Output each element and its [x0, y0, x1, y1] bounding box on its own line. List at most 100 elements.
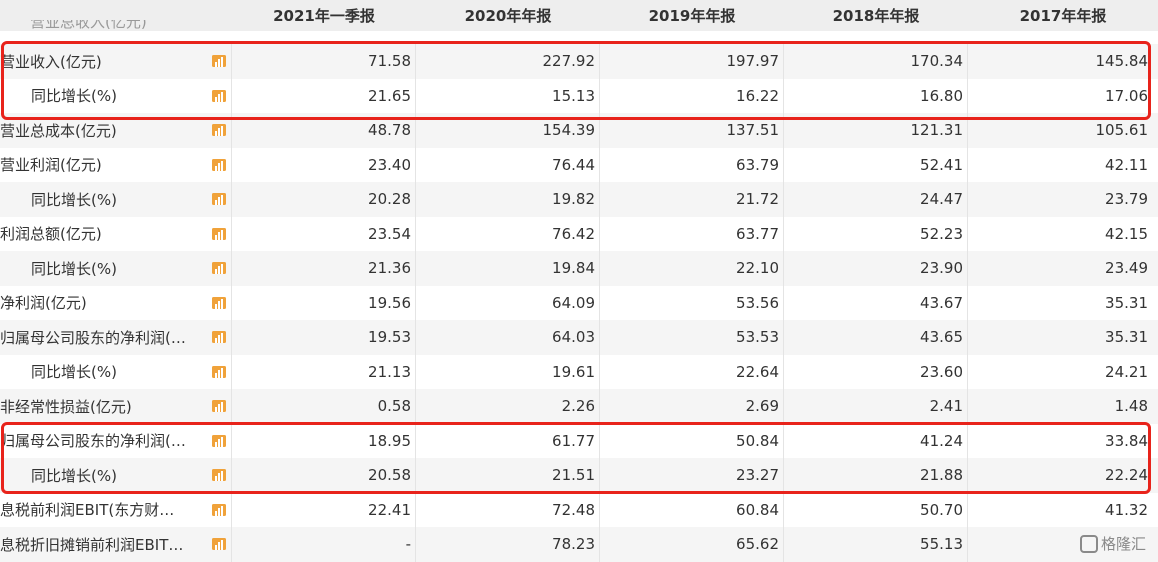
value-cell: 21.65 [232, 78, 416, 113]
watermark-logo-icon [1079, 534, 1098, 553]
table-row: 营业总成本(亿元) 48.78 154.39 137.51 121.31 105.61 [0, 113, 1158, 148]
value-cell: 154.39 [416, 113, 600, 148]
table-row: 净利润(亿元) 19.56 64.09 53.56 43.67 35.31 [0, 285, 1158, 320]
bar-chart-icon[interactable] [212, 55, 226, 68]
bar-chart-icon[interactable] [212, 538, 226, 551]
value-cell: 63.77 [600, 216, 784, 251]
table-row: 同比增长(%) 20.28 19.82 21.72 24.47 23.79 [0, 182, 1158, 217]
row-label-cell: 归属母公司股东的净利润(… [0, 423, 232, 458]
bar-chart-icon[interactable] [212, 262, 226, 275]
value-cell: 50.70 [784, 492, 968, 527]
value-cell: 65.62 [600, 527, 784, 562]
value-cell: 2.26 [416, 389, 600, 424]
table-row: 归属母公司股东的净利润(… 18.95 61.77 50.84 41.24 33.84 [0, 423, 1158, 458]
table-row: 非经常性损益(亿元) 0.58 2.26 2.69 2.41 1.48 [0, 389, 1158, 424]
value-cell: 197.97 [600, 44, 784, 79]
table-row: 营业收入(亿元) 71.58 227.92 197.97 170.34 145.84 [0, 44, 1158, 79]
bar-chart-icon[interactable] [212, 227, 226, 240]
bar-chart-icon[interactable] [212, 503, 226, 516]
row-label: 同比增长(%) [31, 259, 117, 278]
value-cell: 21.36 [232, 251, 416, 286]
row-label: 利润总额(亿元) [0, 225, 102, 244]
value-cell: 121.31 [784, 113, 968, 148]
value-cell: 71.58 [232, 44, 416, 79]
value-cell: 17.06 [1105, 86, 1148, 105]
value-cell: 20.58 [232, 458, 416, 493]
table-header: 营业总收入(亿元) 2021年一季报 2020年年报 2019年年报 2018年… [0, 0, 1158, 31]
table-row: 同比增长(%) 20.58 21.51 23.27 21.88 22.24 [0, 458, 1158, 493]
column-header-2020[interactable]: 2020年年报 [416, 0, 600, 31]
value-cell: 61.77 [416, 423, 600, 458]
row-label-cell: 营业收入(亿元) [0, 44, 232, 79]
value-cell: 64.03 [416, 320, 600, 355]
value-cell: 24.21 [1105, 362, 1148, 381]
value-cell: - [232, 527, 416, 562]
value-cell: 64.09 [416, 285, 600, 320]
value-cell: 24.47 [784, 182, 968, 217]
column-header-2017[interactable]: 2017年年报 [968, 0, 1158, 31]
value-cell: 23.79 [1105, 190, 1148, 209]
row-label-cell: 同比增长(%) [0, 251, 232, 286]
row-label: 非经常性损益(亿元) [0, 397, 132, 416]
row-label: 净利润(亿元) [0, 294, 87, 313]
value-cell: 105.61 [1095, 121, 1149, 140]
value-cell: 23.90 [784, 251, 968, 286]
value-cell: 42.15 [1105, 224, 1148, 243]
row-label: 营业收入(亿元) [0, 52, 102, 71]
value-cell: 72.48 [416, 492, 600, 527]
value-cell: 50.84 [600, 423, 784, 458]
value-cell: 21.72 [600, 182, 784, 217]
row-label: 同比增长(%) [31, 363, 117, 382]
bar-chart-icon[interactable] [212, 158, 226, 171]
row-label: 营业利润(亿元) [0, 156, 102, 175]
value-cell: 145.84 [1095, 52, 1149, 71]
value-cell: 19.53 [232, 320, 416, 355]
table-row: 归属母公司股东的净利润(… 19.53 64.03 53.53 43.65 35.31 [0, 320, 1158, 355]
value-cell: 21.13 [232, 354, 416, 389]
value-cell: 22.10 [600, 251, 784, 286]
row-label: 营业总成本(亿元) [0, 121, 117, 140]
row-label: 同比增长(%) [31, 87, 117, 106]
row-label-cell: 归属母公司股东的净利润(… [0, 320, 232, 355]
partial-row-label: 营业总收入(亿元) [30, 20, 147, 31]
row-label-cell: 同比增长(%) [0, 458, 232, 493]
table-row: 息税前利润EBIT(东方财… 22.41 72.48 60.84 50.70 41.32 [0, 492, 1158, 527]
value-cell: 33.84 [1105, 431, 1148, 450]
column-header-2021q1[interactable]: 2021年一季报 [232, 0, 416, 31]
value-cell: 20.28 [232, 182, 416, 217]
row-label-cell: 营业利润(亿元) [0, 147, 232, 182]
bar-chart-icon[interactable] [212, 365, 226, 378]
table-row: 营业利润(亿元) 23.40 76.44 63.79 52.41 42.11 [0, 147, 1158, 182]
value-cell: 23.54 [232, 216, 416, 251]
table-row: 同比增长(%) 21.13 19.61 22.64 23.60 24.21 [0, 354, 1158, 389]
row-label: 息税前利润EBIT(东方财… [0, 501, 175, 520]
bar-chart-icon[interactable] [212, 434, 226, 447]
value-cell: 52.41 [784, 147, 968, 182]
table-row: 息税折旧摊销前利润EBIT… -78.23 65.62 55.13 [0, 527, 1158, 562]
table-row: 利润总额(亿元) 23.54 76.42 63.77 52.23 42.15 [0, 216, 1158, 251]
value-cell: 2.41 [784, 389, 968, 424]
value-cell: 0.58 [232, 389, 416, 424]
value-cell: 41.32 [1105, 500, 1148, 519]
value-cell: 63.79 [600, 147, 784, 182]
watermark-text: 格隆汇 [1100, 535, 1146, 553]
row-label-cell: 同比增长(%) [0, 78, 232, 113]
column-header-2019[interactable]: 2019年年报 [600, 0, 784, 31]
value-cell: 227.92 [416, 44, 600, 79]
column-header-2018[interactable]: 2018年年报 [784, 0, 968, 31]
value-cell: 19.61 [416, 354, 600, 389]
bar-chart-icon[interactable] [212, 193, 226, 206]
value-cell: 42.11 [1105, 155, 1148, 174]
table-row: 同比增长(%) 21.65 15.13 16.22 16.80 17.06 [0, 78, 1158, 113]
value-cell: 137.51 [600, 113, 784, 148]
row-label: 同比增长(%) [31, 466, 117, 485]
bar-chart-icon[interactable] [212, 331, 226, 344]
bar-chart-icon[interactable] [212, 124, 226, 137]
value-cell: 48.78 [232, 113, 416, 148]
value-cell: 16.22 [600, 78, 784, 113]
bar-chart-icon[interactable] [212, 469, 226, 482]
bar-chart-icon[interactable] [212, 400, 226, 413]
bar-chart-icon[interactable] [212, 296, 226, 309]
bar-chart-icon[interactable] [212, 89, 226, 102]
value-cell: 41.24 [784, 423, 968, 458]
